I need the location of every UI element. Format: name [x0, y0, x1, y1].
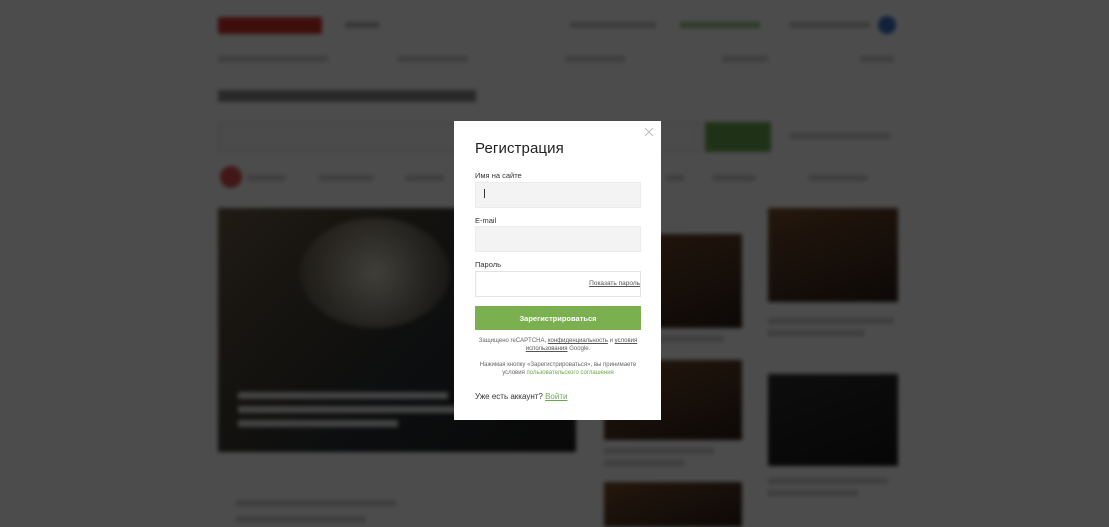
text-caret — [484, 189, 485, 198]
email-field[interactable] — [475, 226, 641, 252]
login-prompt: Уже есть аккаунт? Войти — [475, 392, 567, 401]
recaptcha-text: и — [607, 338, 615, 344]
recaptcha-text: Защищено reCAPTCHA, — [478, 338, 548, 344]
name-label: Имя на сайте — [475, 171, 522, 180]
agreement-notice: Нажимая кнопку «Зарегистрироваться», вы … — [475, 362, 641, 377]
user-agreement-link[interactable]: пользовательского соглашения — [526, 370, 613, 376]
login-link[interactable]: Войти — [545, 392, 567, 401]
show-password-link[interactable]: Показать пароль — [589, 280, 640, 287]
registration-modal: Регистрация Имя на сайте E-mail Пароль П… — [454, 121, 661, 420]
email-label: E-mail — [475, 216, 497, 225]
page: Регистрация Имя на сайте E-mail Пароль П… — [0, 0, 1109, 527]
modal-title: Регистрация — [475, 140, 564, 157]
recaptcha-notice: Защищено reCAPTCHA, конфиденциальность и… — [475, 338, 641, 353]
register-button[interactable]: Зарегистрироваться — [475, 306, 641, 330]
privacy-link[interactable]: конфиденциальность — [548, 338, 608, 344]
have-account-text: Уже есть аккаунт? — [475, 392, 543, 401]
recaptcha-text: Google. — [567, 345, 591, 352]
name-input[interactable] — [475, 182, 641, 208]
password-label: Пароль — [475, 260, 502, 269]
close-icon[interactable] — [642, 125, 656, 139]
